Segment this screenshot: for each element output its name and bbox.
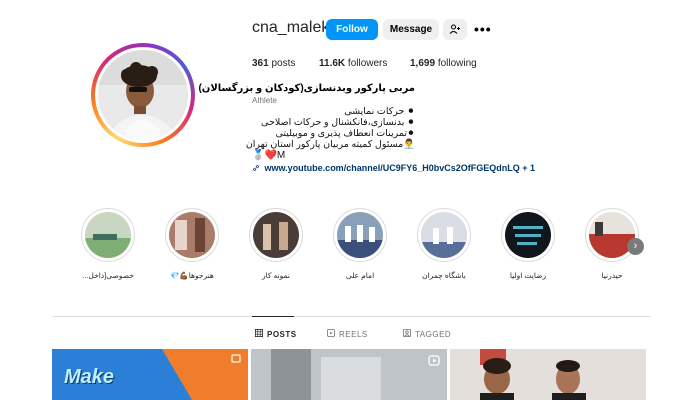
highlight-item[interactable]: خصوصی[داخل... xyxy=(80,208,136,280)
tab-posts-label: POSTS xyxy=(267,330,297,339)
highlight-label: حیدرنیا xyxy=(601,271,623,280)
bio-line-3: ⚫تمرینات انعطاف پذیری و موبیلیتی xyxy=(275,128,416,139)
bio-link[interactable]: www.youtube.com/channel/UC9FY6_H0bvCs2Of… xyxy=(252,163,535,173)
following-stat[interactable]: 1,699 following xyxy=(410,58,477,69)
more-options-icon[interactable]: ••• xyxy=(474,21,492,37)
follow-button[interactable]: Follow xyxy=(326,19,378,40)
reels-icon xyxy=(327,329,335,339)
bio-category: Athlete xyxy=(252,96,277,105)
add-user-icon xyxy=(449,24,460,34)
highlight-item[interactable]: رضایت اولیا xyxy=(500,208,556,280)
followers-stat[interactable]: 11.6K followers xyxy=(319,58,387,69)
highlight-label: نمونه کار xyxy=(262,271,290,280)
tab-tagged-label: TAGGED xyxy=(415,330,452,339)
highlight-cover xyxy=(253,212,299,258)
posts-label: posts xyxy=(271,58,296,69)
grid-icon xyxy=(255,329,263,339)
profile-avatar-ring[interactable] xyxy=(91,43,195,147)
highlight-item[interactable]: نمونه کار xyxy=(248,208,304,280)
post-overlay-text: Make xyxy=(64,366,115,388)
tab-posts[interactable]: POSTS xyxy=(255,329,297,339)
bio-line-2: ⚫ بدنسازی،فانکشنال و حرکات اصلاحی xyxy=(261,117,415,128)
highlight-cover xyxy=(169,212,215,258)
bio-line-1: ⚫ حرکات نمایشی xyxy=(344,106,415,117)
bio-emoji-line: 🥈❤️M xyxy=(252,150,286,161)
tagged-icon xyxy=(403,329,411,339)
chevron-right-icon[interactable]: › xyxy=(627,238,644,255)
highlight-label: باشگاه چمران xyxy=(422,271,466,280)
highlight-item[interactable]: باشگاه چمران xyxy=(416,208,472,280)
highlight-label: هنرجوها💪🏾💎 xyxy=(170,271,214,280)
tabs-divider xyxy=(52,316,650,317)
highlight-cover xyxy=(421,212,467,258)
highlight-cover xyxy=(85,212,131,258)
suggested-users-button[interactable] xyxy=(443,19,467,40)
bio-full-name: مربی پارکور وبدنسازی(کودکان و بزرگسالان) xyxy=(198,83,415,94)
highlight-item[interactable]: هنرجوها💪🏾💎 xyxy=(164,208,220,280)
link-icon xyxy=(253,165,259,171)
profile-avatar[interactable] xyxy=(98,50,188,140)
posts-stat: 361 posts xyxy=(252,58,295,69)
followers-label: followers xyxy=(347,58,388,69)
post-tile[interactable] xyxy=(251,349,447,400)
bio-line-4: 👨‍💼مسئول کمیته مربیان پارکور استان تهران xyxy=(245,139,415,150)
following-count: 1,699 xyxy=(410,58,436,69)
tab-tagged[interactable]: TAGGED xyxy=(403,329,451,339)
post-tile[interactable] xyxy=(450,349,646,400)
highlight-cover xyxy=(337,212,383,258)
tab-reels[interactable]: REELS xyxy=(327,329,368,339)
active-tab-indicator xyxy=(252,316,294,317)
post-tile[interactable]: Make xyxy=(52,349,248,400)
highlight-label: خصوصی[داخل... xyxy=(82,271,134,280)
posts-count: 361 xyxy=(252,58,269,69)
highlight-label: امام علی xyxy=(345,271,375,280)
followers-count: 11.6K xyxy=(319,58,346,69)
bio-link-text: www.youtube.com/channel/UC9FY6_H0bvCs2Of… xyxy=(264,163,535,173)
highlight-item[interactable]: امام علی xyxy=(332,208,388,280)
message-button[interactable]: Message xyxy=(383,19,439,40)
following-label: following xyxy=(437,58,477,69)
tab-reels-label: REELS xyxy=(339,330,368,339)
profile-username: cna_maleki xyxy=(252,19,333,36)
highlight-cover xyxy=(505,212,551,258)
highlight-label: رضایت اولیا xyxy=(509,271,547,280)
